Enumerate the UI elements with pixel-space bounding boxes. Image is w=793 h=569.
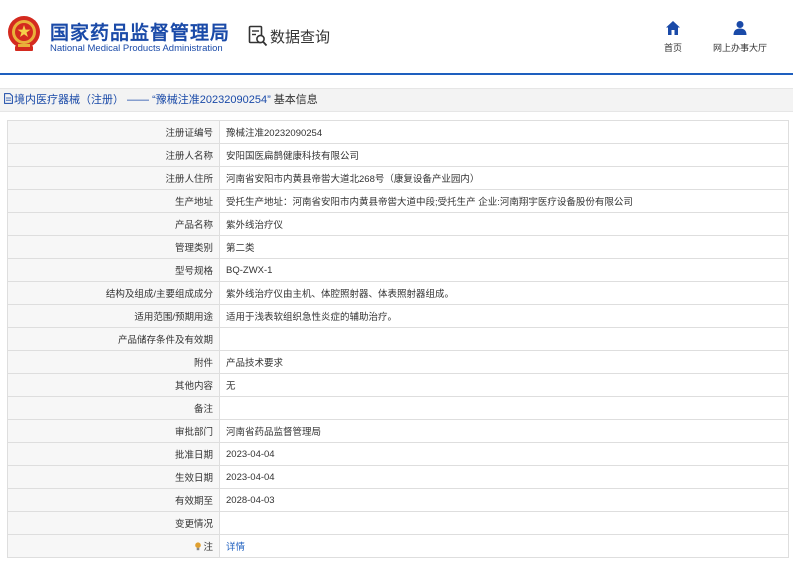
row-label: 注册证编号	[7, 120, 220, 144]
home-icon	[666, 21, 680, 35]
table-row: 审批部门 河南省药品监督管理局	[7, 419, 789, 443]
table-row: 产品储存条件及有效期	[7, 327, 789, 351]
table-row: 附件 产品技术要求	[7, 350, 789, 374]
row-value: 紫外线治疗仪	[219, 212, 789, 236]
row-value: 无	[219, 373, 789, 397]
details-link[interactable]: 详情	[219, 534, 789, 558]
row-label: 变更情况	[7, 511, 220, 535]
table-row: 其他内容无	[7, 373, 789, 397]
row-value: 河南省安阳市内黄县帝喾大道北268号（康复设备产业园内）	[219, 166, 789, 190]
row-value: 紫外线治疗仪由主机、体腔照射器、体表照射器组成。	[219, 281, 789, 305]
row-value: 产品技术要求	[219, 350, 789, 374]
row-label: 生效日期	[7, 465, 220, 489]
table-row: 有效期至 2028-04-03	[7, 488, 789, 512]
data-query-label[interactable]: 数据查询	[270, 26, 330, 47]
row-label: 生产地址	[7, 189, 220, 213]
registration-info-table: 注册证编号 豫械注准20232090254 注册人名称 安阳国医扁鹊健康科技有限公司…	[7, 120, 789, 558]
row-label: 注册人名称	[7, 143, 220, 167]
user-icon	[733, 21, 747, 35]
table-row: 注册人名称 安阳国医扁鹊健康科技有限公司	[7, 143, 789, 167]
row-label: 附件	[7, 350, 220, 374]
title-prefix: 境内医疗器械（注册） ——	[14, 94, 153, 106]
site-header: 国家药品监督管理局 National Medical Products Admi…	[0, 0, 793, 75]
row-label: 注册人住所	[7, 166, 220, 190]
table-row: 批准日期 2023-04-04	[7, 442, 789, 466]
title-suffix: 基本信息	[270, 94, 318, 106]
note-label-text: 注	[203, 542, 213, 553]
table-row: 备注	[7, 396, 789, 420]
table-row: 变更情况	[7, 511, 789, 535]
header-divider	[0, 73, 793, 75]
table-row: 注册证编号 豫械注准20232090254	[7, 120, 789, 144]
row-value	[219, 396, 789, 420]
data-query-icon	[248, 25, 268, 47]
nav-home-label: 首页	[663, 43, 682, 53]
document-icon	[4, 93, 13, 104]
row-label: 产品名称	[7, 212, 220, 236]
table-row: 适用范围/预期用途 适用于浅表软组织急性炎症的辅助治疗。	[7, 304, 789, 328]
row-value: 第二类	[219, 235, 789, 259]
nav-home[interactable]: 首页	[660, 20, 686, 54]
table-row: 型号规格 BQ-ZWX-1	[7, 258, 789, 282]
table-row: 管理类别 第二类	[7, 235, 789, 259]
row-label: 审批部门	[7, 419, 220, 443]
org-name-en: National Medical Products Administration	[50, 43, 223, 54]
row-label: 结构及组成/主要组成成分	[7, 281, 220, 305]
row-value: 豫械注准20232090254	[219, 120, 789, 144]
record-title-bar: 境内医疗器械（注册） —— “豫械注准20232090254” 基本信息	[0, 88, 793, 112]
table-row: 注册人住所 河南省安阳市内黄县帝喾大道北268号（康复设备产业园内）	[7, 166, 789, 190]
row-value	[219, 327, 789, 351]
title-reg-no: “豫械注准20232090254”	[152, 94, 271, 106]
nav-online-office[interactable]: 网上办事大厅	[708, 20, 772, 54]
row-value: 适用于浅表软组织急性炎症的辅助治疗。	[219, 304, 789, 328]
row-value	[219, 511, 789, 535]
national-emblem-icon	[8, 16, 40, 51]
table-row: 产品名称 紫外线治疗仪	[7, 212, 789, 236]
row-value: 安阳国医扁鹊健康科技有限公司	[219, 143, 789, 167]
row-label-note: 注	[7, 534, 220, 558]
table-row: 生产地址 受托生产地址：河南省安阳市内黄县帝喾大道中段;受托生产 企业:河南翔宇医…	[7, 189, 789, 213]
row-label: 有效期至	[7, 488, 220, 512]
table-row: 生效日期 2023-04-04	[7, 465, 789, 489]
row-label: 适用范围/预期用途	[7, 304, 220, 328]
row-label: 备注	[7, 396, 220, 420]
row-label: 批准日期	[7, 442, 220, 466]
row-label: 其他内容	[7, 373, 220, 397]
table-row: 注详情	[7, 534, 789, 558]
row-value: 2028-04-03	[219, 488, 789, 512]
row-value: 2023-04-04	[219, 442, 789, 466]
row-value: 河南省药品监督管理局	[219, 419, 789, 443]
table-row: 结构及组成/主要组成成分 紫外线治疗仪由主机、体腔照射器、体表照射器组成。	[7, 281, 789, 305]
row-value: 受托生产地址：河南省安阳市内黄县帝喾大道中段;受托生产 企业:河南翔宇医疗设备股…	[219, 189, 789, 213]
row-value: 2023-04-04	[219, 465, 789, 489]
row-label: 型号规格	[7, 258, 220, 282]
note-bulb-icon	[195, 542, 202, 551]
nav-online-office-label: 网上办事大厅	[712, 43, 767, 53]
row-label: 管理类别	[7, 235, 220, 259]
row-label: 产品储存条件及有效期	[7, 327, 220, 351]
org-name-cn: 国家药品监督管理局	[50, 23, 231, 44]
row-value: BQ-ZWX-1	[219, 258, 789, 282]
